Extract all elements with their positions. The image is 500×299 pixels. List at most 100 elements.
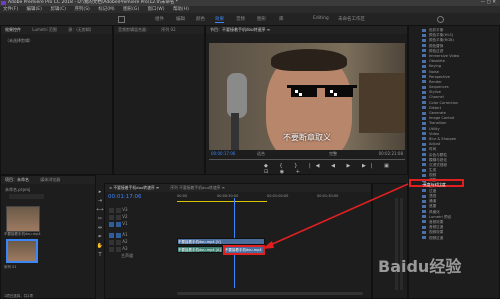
fit-dropdown[interactable]: 适合 <box>257 151 265 157</box>
track-header-v2: V2 <box>107 213 173 220</box>
audio-clip-a1[interactable]: 不要接着手机dou.mp4 [A] <box>177 246 223 253</box>
ws-tab-color[interactable]: 颜色 <box>196 16 205 22</box>
effect-label: 音频效果 <box>429 219 444 224</box>
effect-label: 过渡 <box>429 188 437 193</box>
clip-thumbnail[interactable] <box>6 206 40 232</box>
highlighted-effect-box[interactable]: 亮度与对比度 <box>409 179 464 187</box>
effect-label: Keying <box>429 64 442 69</box>
effects-list-item[interactable]: 视频过渡 <box>409 236 499 241</box>
tab-project[interactable]: 项目：未命名 <box>5 177 29 182</box>
type-tool-icon[interactable]: T <box>96 251 104 260</box>
effect-label: Image Control <box>429 116 455 121</box>
ws-tab-effects[interactable]: 效果 <box>215 16 224 23</box>
timeline-horizontal-scrollbar[interactable] <box>177 292 363 295</box>
pixel-sunglasses <box>287 85 357 97</box>
ws-tab-libraries[interactable]: 库 <box>279 16 284 22</box>
effect-label: 颜色过滤 <box>429 48 444 53</box>
effect-folder-icon <box>422 44 426 48</box>
project-search-input[interactable] <box>9 194 44 199</box>
effect-label: Sequences <box>429 85 449 90</box>
ws-tab-editing-en[interactable]: Editing <box>313 16 329 21</box>
ws-tab-audio[interactable]: 音频 <box>236 16 245 22</box>
ws-tab-custom[interactable]: 未命名工作区 <box>338 16 365 22</box>
tab-sequence-active[interactable]: × 不要接着手机dou转速序 ≡ <box>109 185 159 190</box>
effect-label: Render <box>429 79 442 84</box>
slip-tool-icon[interactable]: ⇹ <box>96 224 104 233</box>
effect-folder-icon <box>422 54 426 58</box>
effect-label: Generate <box>429 111 446 115</box>
video-subtitle: 不要断章取义 <box>283 133 331 142</box>
search-icon[interactable] <box>437 16 444 23</box>
baidu-watermark: Baidu经验 <box>378 257 462 276</box>
ws-tab-graphics[interactable]: 图形 <box>257 16 266 22</box>
effect-folder-icon <box>422 220 426 224</box>
effect-folder-icon <box>422 137 426 141</box>
program-scrubber[interactable] <box>209 159 405 160</box>
selection-tool-icon[interactable]: ▸ <box>96 188 104 197</box>
timeline-timecode[interactable]: 00:01:17:06 <box>108 194 142 200</box>
tab-source[interactable]: 源：(无剪辑) <box>68 27 91 32</box>
ripple-tool-icon[interactable]: ⟷ <box>96 206 104 215</box>
program-monitor-title[interactable]: 节目：不要接着手机dou特速序 ≡ <box>210 27 270 32</box>
track-header-v3: V3 <box>107 206 173 213</box>
menu-sequence[interactable]: 序列(S) <box>74 7 89 12</box>
quality-dropdown[interactable]: 完整 <box>329 151 337 157</box>
hand-tool-icon[interactable]: ✋ <box>96 242 104 251</box>
effect-folder-icon <box>422 236 426 239</box>
highlighted-clip-segment[interactable]: 不要接着手机dou.mp4 <box>223 245 265 255</box>
effect-folder-icon <box>422 225 426 229</box>
ws-tab-assembly[interactable]: 组件 <box>155 16 164 22</box>
work-area-bar[interactable] <box>177 201 267 202</box>
track-select-tool-icon[interactable]: ⇥ <box>96 197 104 206</box>
tab-audio-clip-mixer[interactable]: 音频剪辑混合器： <box>118 27 150 32</box>
effect-folder-icon <box>422 153 426 156</box>
razor-tool-icon[interactable]: ✂ <box>96 215 104 224</box>
effect-folder-icon <box>422 116 426 120</box>
track-header-a1: A1 <box>107 231 173 238</box>
ruler-tick-0: 00:00 <box>177 194 188 198</box>
effect-folder-icon <box>422 111 426 115</box>
effect-folder-icon <box>422 230 426 234</box>
window-title: Adobe Premiere Pro CC 2018 - D:\我的文档\Ado… <box>8 0 179 5</box>
annotation-arrow <box>262 183 409 249</box>
transport-buttons[interactable]: ◆ { } |◀ ◀ ▶ ▶| ▣ ⊡ ◉ + <box>264 163 405 175</box>
tab-effect-controls[interactable]: 效果控件 <box>5 27 21 32</box>
video-clip-v1[interactable]: 不要接着手机dou.mp4 [V] <box>177 238 265 245</box>
effect-label: Stylize <box>429 90 441 95</box>
sequence-thumbnail[interactable] <box>6 239 38 263</box>
tab-sequence-02[interactable]: 序列 02 <box>161 27 175 32</box>
audio-clip-mixer-panel: 音频剪辑混合器： 序列 02 <box>113 25 205 175</box>
menu-file[interactable]: 文件(F) <box>3 7 18 12</box>
program-duration: 00:02:21:08 <box>378 151 403 156</box>
effect-label: 视频 <box>429 173 437 178</box>
effect-folder-icon <box>422 127 426 131</box>
menu-help[interactable]: 帮助(H) <box>173 7 189 12</box>
pen-tool-icon[interactable]: ✒ <box>96 233 104 242</box>
video-hair <box>271 49 347 71</box>
effect-folder-icon <box>422 121 426 125</box>
effect-folder-icon <box>422 59 426 63</box>
effect-label: Color Correction <box>429 100 459 105</box>
tab-media-browser[interactable]: 媒体浏览器 <box>40 177 60 182</box>
effect-folder-icon <box>422 49 426 53</box>
tab-lumetri-scopes[interactable]: Lumetri 范围 <box>32 27 57 32</box>
program-playhead-timecode[interactable]: 00:00:17:06 <box>211 151 235 156</box>
menu-window[interactable]: 窗口(W) <box>148 7 165 12</box>
effect-label: 视频效果 <box>429 230 444 235</box>
track-header-v1: V1 <box>107 220 173 227</box>
tools-panel: ▸ ⇥ ⟷ ✂ ⇹ ✒ ✋ T <box>96 188 104 268</box>
menu-markers[interactable]: 标记(M) <box>98 7 114 12</box>
ws-tab-editing[interactable]: 编辑 <box>176 16 185 22</box>
home-icon[interactable] <box>118 16 125 23</box>
premiere-app-icon <box>1 1 6 5</box>
effect-folder-icon <box>422 64 426 68</box>
menu-edit[interactable]: 编辑(E) <box>27 7 42 12</box>
no-clip-selected-label: （未选择剪辑） <box>5 38 33 43</box>
effect-label: 颜色替换 <box>429 43 444 48</box>
tab-sequence-other[interactable]: 序列 不要接着手机dou转速序 ≡ <box>170 185 225 190</box>
effect-folder-icon <box>422 33 426 37</box>
menu-clip[interactable]: 剪辑(C) <box>50 7 66 12</box>
effect-label: Utility <box>429 126 440 131</box>
menu-graphics[interactable]: 图形(G) <box>123 7 139 12</box>
effect-folder-icon <box>422 163 426 167</box>
